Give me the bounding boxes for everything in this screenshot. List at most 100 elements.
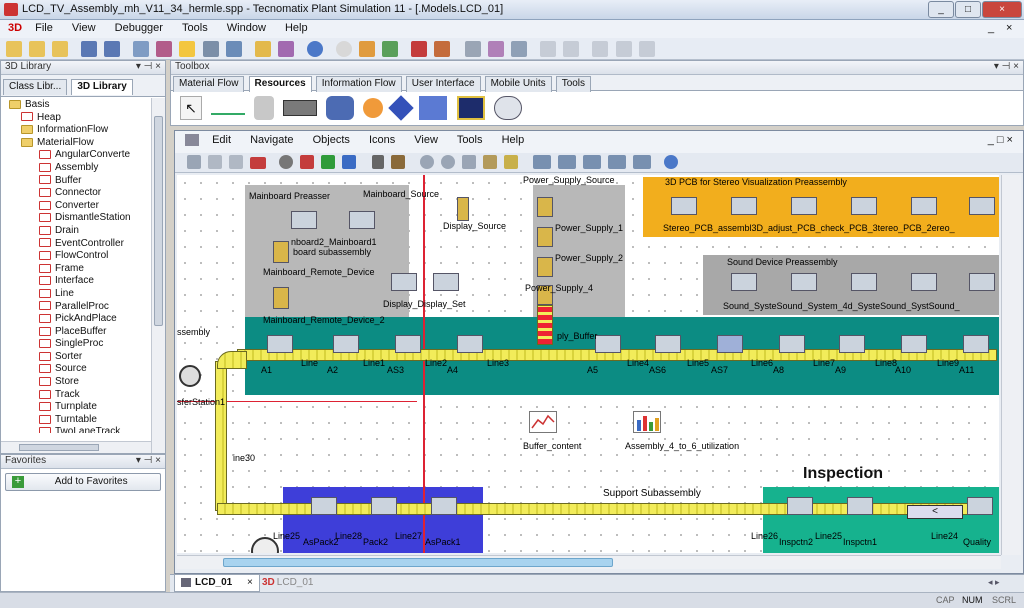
- sound-station[interactable]: [791, 273, 817, 291]
- workerpool-2-icon[interactable]: [493, 96, 522, 120]
- comment-icon[interactable]: [583, 155, 602, 169]
- tab-user-interface[interactable]: User Interface: [405, 76, 481, 92]
- library-tree-item[interactable]: FlowControl: [9, 250, 165, 263]
- library-tree-item[interactable]: Converter: [9, 200, 165, 213]
- library-tree-item[interactable]: Interface: [9, 275, 165, 288]
- model-canvas[interactable]: Mainboard Preasser 3D PCB for Stereo Vis…: [177, 175, 999, 553]
- tab-close-icon[interactable]: ×: [247, 577, 253, 588]
- save-icon[interactable]: [81, 41, 98, 57]
- reset-icon[interactable]: [638, 41, 655, 57]
- frame-open-icon[interactable]: [187, 155, 201, 169]
- tool-icon[interactable]: [633, 155, 652, 169]
- station[interactable]: [273, 287, 289, 309]
- sound-station[interactable]: [969, 273, 995, 291]
- worker-icon[interactable]: [456, 96, 485, 120]
- frame-menu-navigate[interactable]: Navigate: [250, 134, 293, 146]
- library-tree-item[interactable]: TwoLaneTrack: [9, 426, 165, 433]
- station[interactable]: [349, 211, 375, 229]
- save-as-icon[interactable]: [104, 41, 121, 57]
- library-tree-item[interactable]: InformationFlow: [9, 124, 165, 137]
- pcb-station[interactable]: [731, 197, 757, 215]
- library-tree-item[interactable]: AngularConverte: [9, 149, 165, 162]
- tab-resources[interactable]: Resources: [248, 76, 312, 92]
- library-tree-item[interactable]: SingleProc: [9, 338, 165, 351]
- assembly-station[interactable]: [839, 335, 865, 353]
- favorites-pin-icon[interactable]: ▾ ⊣ ×: [136, 455, 161, 466]
- timer-icon[interactable]: [592, 41, 609, 57]
- frame-3d-icon[interactable]: [250, 157, 267, 169]
- shift-calendar-icon[interactable]: [419, 96, 448, 120]
- station[interactable]: [291, 211, 317, 229]
- station[interactable]: [537, 227, 553, 247]
- close-button[interactable]: ×: [982, 1, 1022, 18]
- zoom-out-icon[interactable]: [440, 155, 455, 169]
- menu-view[interactable]: View: [64, 20, 104, 36]
- frame-icon[interactable]: [133, 41, 150, 57]
- quality-station[interactable]: [967, 497, 993, 515]
- transfer-station-icon[interactable]: [179, 365, 201, 387]
- library-tree-item[interactable]: Sorter: [9, 351, 165, 364]
- library-tree-item[interactable]: EventController: [9, 238, 165, 251]
- settings-icon[interactable]: [381, 41, 398, 57]
- hscrollbar-thumb[interactable]: [19, 444, 99, 451]
- pcb-station[interactable]: [851, 197, 877, 215]
- dialog-icon[interactable]: [540, 41, 557, 57]
- pencil-icon[interactable]: [503, 155, 518, 169]
- tab-class-library[interactable]: Class Libr...: [3, 79, 68, 95]
- workplace-icon[interactable]: [254, 96, 275, 120]
- assembly-station[interactable]: [595, 335, 621, 353]
- utilization-chart-icon[interactable]: [633, 411, 661, 433]
- reset-sim-icon[interactable]: [300, 155, 315, 169]
- star-icon[interactable]: [179, 41, 196, 57]
- inspection-station[interactable]: [787, 497, 813, 515]
- panel-pin-icon[interactable]: ▾ ⊣ ×: [136, 61, 161, 72]
- assembly-station[interactable]: [779, 335, 805, 353]
- assembly-station[interactable]: [655, 335, 681, 353]
- menu-help[interactable]: Help: [277, 20, 316, 36]
- station[interactable]: [537, 257, 553, 277]
- assembly-station[interactable]: [901, 335, 927, 353]
- library-tree-item[interactable]: ParallelProc: [9, 301, 165, 314]
- open-icon[interactable]: [29, 41, 46, 57]
- library-scrollbar[interactable]: [151, 98, 165, 453]
- start-sim-icon[interactable]: [321, 155, 336, 169]
- clock-icon[interactable]: [335, 41, 352, 57]
- pointer-icon[interactable]: ↖: [180, 96, 202, 120]
- doc-tab-3d[interactable]: 3D LCD_01: [262, 577, 314, 588]
- brush-icon[interactable]: [390, 155, 405, 169]
- model-icon[interactable]: [156, 41, 173, 57]
- pcb-station[interactable]: [671, 197, 697, 215]
- frame-help-icon[interactable]: [664, 155, 679, 169]
- frame-menu-icons[interactable]: Icons: [369, 134, 395, 146]
- library-tree-item[interactable]: Heap: [9, 112, 165, 125]
- chart-icon[interactable]: [465, 41, 482, 57]
- return-conveyor-arrow-icon[interactable]: <: [907, 505, 963, 519]
- buffer-conveyor[interactable]: [537, 305, 553, 345]
- library-tree-item[interactable]: Track: [9, 389, 165, 402]
- library-tree-item[interactable]: Source: [9, 363, 165, 376]
- library-tree-item[interactable]: Turntable: [9, 414, 165, 427]
- library-icon[interactable]: [254, 41, 271, 57]
- tab-tools[interactable]: Tools: [555, 76, 592, 92]
- menu-tools[interactable]: Tools: [174, 20, 216, 36]
- library-tree-item[interactable]: PickAndPlace: [9, 313, 165, 326]
- frame-menu-objects[interactable]: Objects: [313, 134, 350, 146]
- 3d-menu-icon[interactable]: 3D: [0, 20, 24, 36]
- explorer-icon[interactable]: [488, 41, 505, 57]
- library-tree-item[interactable]: Turnplate: [9, 401, 165, 414]
- conveyor-curve-top[interactable]: [217, 351, 247, 369]
- tab-information-flow[interactable]: Information Flow: [315, 76, 402, 92]
- frame-menu-help[interactable]: Help: [502, 134, 525, 146]
- tools-icon[interactable]: [225, 41, 242, 57]
- assembly-station[interactable]: [333, 335, 359, 353]
- station[interactable]: [537, 197, 553, 217]
- pcb-station[interactable]: [911, 197, 937, 215]
- broker-icon[interactable]: [388, 95, 415, 121]
- export-icon[interactable]: [277, 41, 294, 57]
- assembly-station[interactable]: [395, 335, 421, 353]
- new-icon[interactable]: [6, 41, 22, 57]
- station[interactable]: [273, 241, 289, 263]
- grid-toggle-icon[interactable]: [608, 155, 627, 169]
- assembly-station[interactable]: [457, 335, 483, 353]
- loop-conveyor[interactable]: [215, 361, 227, 511]
